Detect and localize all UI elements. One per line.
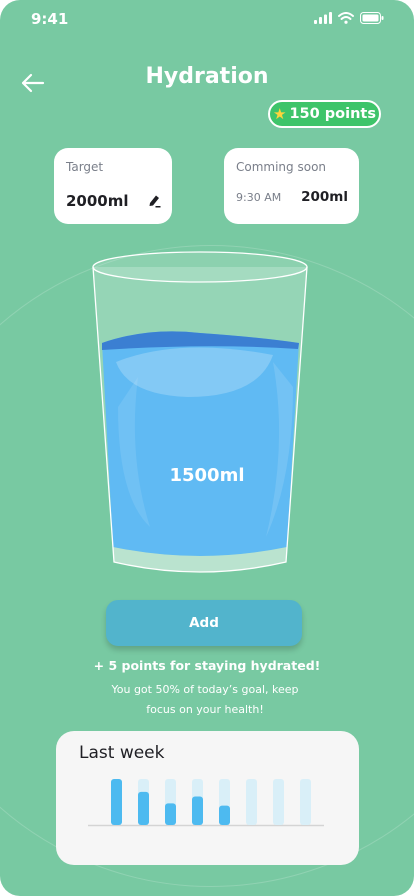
target-card[interactable]: Target 2000ml (54, 148, 172, 224)
status-time: 9:41 (31, 10, 69, 28)
last-week-title: Last week (79, 743, 165, 763)
points-badge: ★ 150 points (268, 100, 381, 128)
reminder-time: 9:30 AM (236, 191, 282, 204)
water-amount: 1500ml (169, 465, 245, 486)
page-title: Hydration (145, 64, 269, 89)
bar-track (246, 779, 257, 825)
signal-icon (314, 12, 332, 24)
screen: 9:41 Hydration ★ 150 points Target 2000m… (0, 0, 414, 896)
coming-soon-label: Comming soon (236, 160, 327, 174)
wifi-icon (338, 12, 354, 24)
target-label: Target (66, 160, 104, 174)
bar (165, 803, 176, 825)
goal-message: You got 50% of today’s goal, keep focus … (111, 683, 299, 716)
points-label: 150 points (289, 106, 376, 122)
bar (219, 805, 230, 825)
points-message: + 5 points for staying hydrated! (93, 658, 321, 673)
bar (192, 796, 203, 825)
bar-track (273, 779, 284, 825)
status-bar: 9:41 (0, 0, 414, 40)
water-glass (92, 251, 308, 573)
coming-soon-card: Comming soon 9:30 AM 200ml (224, 148, 359, 224)
add-button[interactable]: Add (106, 600, 302, 646)
target-value: 2000ml (66, 192, 129, 210)
bar (138, 791, 149, 825)
last-week-chart (88, 779, 324, 827)
status-icons (314, 12, 384, 24)
reminder-amount: 200ml (301, 189, 348, 205)
last-week-card: Last week (56, 731, 359, 865)
bar (111, 779, 122, 825)
bar-track (300, 779, 311, 825)
edit-icon[interactable] (146, 192, 162, 208)
star-icon: ★ (273, 105, 287, 123)
battery-icon (360, 12, 384, 24)
